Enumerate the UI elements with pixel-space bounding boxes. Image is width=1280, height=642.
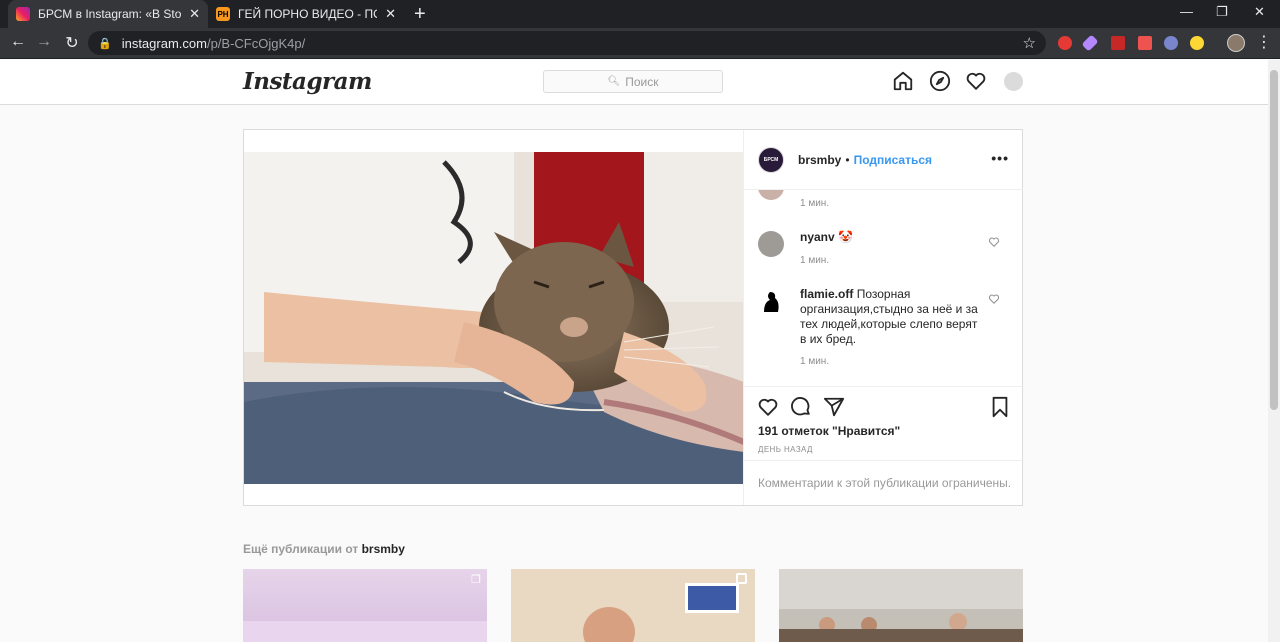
post-time[interactable]: ДЕНЬ НАЗАД	[758, 445, 813, 454]
browser-tab-bar: БРСМ в Instagram: «В Stories по ✕ PH ГЕЙ…	[0, 0, 1280, 28]
extension-icon[interactable]	[1190, 36, 1204, 50]
ph-icon: PH	[216, 7, 230, 21]
tab-title: ГЕЙ ПОРНО ВИДЕО - ПОРНХАБ	[238, 7, 377, 21]
bookmark-star-icon[interactable]: ☆	[1023, 34, 1036, 52]
profile-icon[interactable]	[1004, 72, 1023, 91]
comment-time: 1 мин.	[800, 356, 830, 367]
comment-username[interactable]: nyanv	[800, 230, 835, 244]
browser-profile-avatar[interactable]	[1227, 34, 1245, 52]
sky	[779, 569, 1023, 609]
search-placeholder: Поиск	[625, 74, 659, 89]
tab-instagram[interactable]: БРСМ в Instagram: «В Stories по ✕	[8, 0, 208, 28]
browser-menu-icon[interactable]: ⋮	[1256, 32, 1272, 52]
figures-band	[779, 629, 1023, 642]
post-card: БРСМ brsmby • Подписаться ••• 1 мин. nya…	[243, 129, 1024, 506]
comment-time: 1 мин.	[800, 198, 830, 209]
author-username[interactable]: brsmby	[798, 153, 841, 167]
more-posts-heading: Ещё публикации от brsmby	[243, 542, 405, 556]
likes-count[interactable]: 191 отметок "Нравится"	[758, 424, 900, 438]
carousel-icon: ❐	[471, 574, 481, 586]
extension-icon[interactable]	[1058, 36, 1072, 50]
close-icon[interactable]: ✕	[385, 6, 396, 22]
commenter-avatar[interactable]	[758, 288, 784, 314]
more-posts-author[interactable]: brsmby	[362, 542, 405, 556]
address-bar[interactable]: 🔒 instagram.com/p/B-CFcOjgK4p/ ☆	[88, 31, 1046, 55]
tab-title: БРСМ в Instagram: «В Stories по	[38, 7, 182, 21]
url-path: /p/B-CFcOjgK4p/	[206, 35, 306, 51]
extension-icon[interactable]	[1138, 36, 1152, 50]
commenter-avatar[interactable]	[758, 231, 784, 257]
minimize-button[interactable]: —	[1180, 4, 1193, 19]
separator-dot: •	[845, 152, 850, 167]
comment-bubble-icon[interactable]	[790, 396, 812, 418]
new-tab-button[interactable]: +	[414, 3, 426, 26]
lock-icon: 🔒	[98, 37, 112, 50]
post-sidebar: БРСМ brsmby • Подписаться ••• 1 мин. nya…	[743, 130, 1024, 505]
forward-button[interactable]: →	[34, 33, 54, 51]
save-bookmark-icon[interactable]	[989, 396, 1011, 418]
back-button[interactable]: ←	[8, 33, 28, 51]
more-options-icon[interactable]: •••	[991, 150, 1009, 166]
like-heart-icon[interactable]	[757, 396, 779, 418]
window-close-button[interactable]: ✕	[1254, 4, 1265, 20]
instagram-header: Instagram 🔍︎ Поиск	[0, 60, 1268, 105]
comments-list[interactable]: 1 мин. nyanv 🤡 1 мин. flamie.off Позорна…	[744, 190, 1024, 386]
more-post-thumbnail[interactable]: ❐	[243, 569, 487, 642]
home-icon[interactable]	[892, 70, 914, 92]
comment-username[interactable]: flamie.off	[800, 287, 853, 301]
extension-icon[interactable]	[1111, 36, 1125, 50]
carousel-icon	[736, 573, 747, 584]
post-photo[interactable]	[244, 152, 744, 484]
cat-photo-image	[244, 152, 744, 484]
like-comment-heart-icon[interactable]	[988, 236, 1000, 248]
instagram-logo[interactable]: Instagram	[243, 68, 372, 95]
post-header: БРСМ brsmby • Подписаться •••	[744, 130, 1023, 190]
commenter-avatar[interactable]	[758, 190, 784, 200]
maximize-button[interactable]: ❐	[1216, 4, 1228, 20]
more-posts-prefix: Ещё публикации от	[243, 542, 359, 556]
search-input[interactable]: 🔍︎ Поиск	[543, 70, 723, 93]
follow-button[interactable]: Подписаться	[854, 153, 932, 167]
comment-text: 🤡	[838, 230, 853, 244]
explore-icon[interactable]	[929, 70, 951, 92]
close-icon[interactable]: ✕	[189, 6, 200, 22]
browser-toolbar: ← → ↻ 🔒 instagram.com/p/B-CFcOjgK4p/ ☆ ⋮	[0, 28, 1280, 59]
instagram-icon	[16, 7, 30, 21]
comment-body: flamie.off Позорная организация,стыдно з…	[800, 287, 980, 347]
person-head	[583, 607, 635, 642]
extension-icon[interactable]	[1081, 34, 1099, 52]
reload-button[interactable]: ↻	[62, 33, 82, 53]
page-scrollbar[interactable]	[1268, 60, 1280, 642]
basketball-board	[685, 583, 739, 613]
author-avatar[interactable]: БРСМ	[758, 146, 784, 173]
like-comment-heart-icon[interactable]	[988, 293, 1000, 305]
scrollbar-thumb[interactable]	[1270, 70, 1278, 410]
thumbnail-band	[243, 621, 487, 642]
extension-icon[interactable]	[1164, 36, 1178, 50]
comment-body: nyanv 🤡	[800, 230, 980, 245]
search-icon: 🔍︎	[607, 76, 621, 87]
post-actions: 191 отметок "Нравится" ДЕНЬ НАЗАД	[744, 386, 1024, 460]
comment-time: 1 мин.	[800, 255, 830, 266]
share-icon[interactable]	[823, 396, 845, 418]
tab-second[interactable]: PH ГЕЙ ПОРНО ВИДЕО - ПОРНХАБ ✕	[208, 0, 404, 28]
more-post-thumbnail[interactable]	[779, 569, 1023, 642]
activity-heart-icon[interactable]	[965, 70, 987, 92]
comments-restricted-notice: Комментарии к этой публикации ограничены…	[744, 460, 1024, 505]
url-host: instagram.com	[121, 35, 207, 51]
more-post-thumbnail[interactable]	[511, 569, 755, 642]
